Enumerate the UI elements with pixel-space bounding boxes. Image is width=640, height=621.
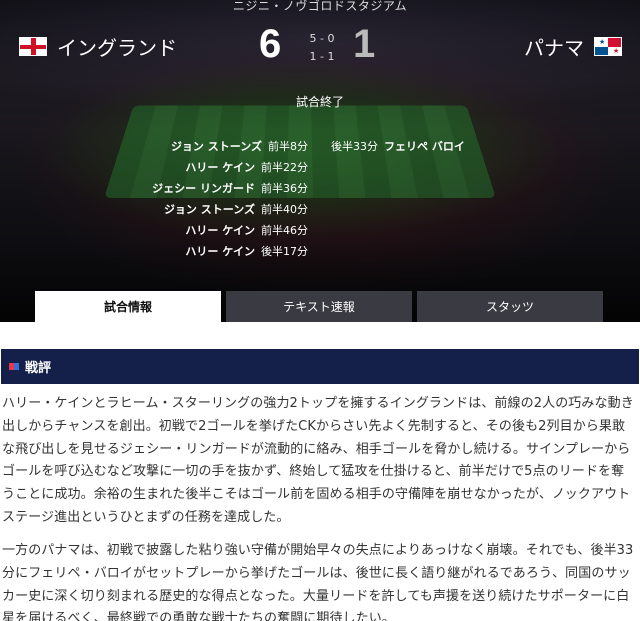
goal-scorer: ジェシー リンガード [152, 182, 255, 195]
half-scores: 5 - 0 1 - 1 [307, 30, 337, 66]
goal-time: 前半22分 [261, 161, 308, 174]
goal-scorer: ハリー ケイン [185, 161, 255, 174]
goal-time: 後半17分 [261, 245, 308, 258]
commentary-paragraph: 一方のパナマは、初戦で披露した粘り強い守備が開始早々の失点によりあっけなく崩壊。… [2, 543, 634, 621]
commentary-header: 戦評 [1, 349, 639, 384]
goal-row: ハリー ケイン 前半46分 [152, 220, 308, 241]
match-tabs: 試合情報 テキスト速報 スタッツ [35, 291, 603, 322]
goal-scorer: フェリペ バロイ [384, 140, 465, 153]
venue-name: ニジニ・ノヴゴロドスタジアム [232, 0, 408, 13]
goal-row: ジェシー リンガード 前半36分 [152, 178, 308, 199]
home-team[interactable]: イングランド [19, 32, 177, 61]
panama-flag-icon: ★ ★ [594, 37, 622, 56]
away-score: 1 [353, 22, 376, 66]
home-team-name: イングランド [57, 36, 177, 60]
commentary-title: 戦評 [25, 361, 52, 376]
tab-stats[interactable]: スタッツ [417, 291, 603, 322]
match-status: 試合終了 [295, 95, 344, 109]
goal-scorer: ハリー ケイン [185, 224, 255, 237]
goal-scorer: ジョン ストーンズ [163, 203, 255, 216]
away-team-name: パナマ [524, 36, 584, 60]
goal-row: ジョン ストーンズ 前半8分 [152, 136, 308, 157]
goal-time: 前半8分 [268, 140, 308, 153]
away-goal-list: 後半33分 フェリペ バロイ [331, 136, 465, 157]
home-goal-list: ジョン ストーンズ 前半8分 ハリー ケイン 前半22分 ジェシー リンガード 前半3… [152, 136, 308, 262]
second-half-score: 1 - 1 [309, 50, 335, 63]
england-flag-icon [19, 37, 47, 56]
commentary-paragraph: ハリー・ケインとラヒーム・スターリングの強力2トップを擁するイングランドは、前線… [2, 396, 634, 525]
goal-time: 後半33分 [331, 140, 378, 153]
tab-match-info[interactable]: 試合情報 [35, 291, 221, 322]
goal-row: 後半33分 フェリペ バロイ [331, 136, 465, 157]
goal-scorer: ジョン ストーンズ [170, 140, 262, 153]
goal-time: 前半40分 [261, 203, 308, 216]
home-score: 6 [259, 22, 282, 66]
tab-live-text[interactable]: テキスト速報 [226, 291, 412, 322]
goal-scorer: ハリー ケイン [185, 245, 255, 258]
away-team[interactable]: パナマ ★ ★ [524, 32, 622, 61]
match-header: ニジニ・ノヴゴロドスタジアム イングランド 6 5 - 0 1 - 1 1 パナ… [0, 0, 640, 322]
goal-row: ジョン ストーンズ 前半40分 [152, 199, 308, 220]
goal-row: ハリー ケイン 前半22分 [152, 157, 308, 178]
goal-row: ハリー ケイン 後半17分 [152, 241, 308, 262]
section-mark-icon [9, 363, 19, 370]
first-half-score: 5 - 0 [309, 32, 335, 45]
goal-time: 前半36分 [261, 182, 308, 195]
goal-time: 前半46分 [261, 224, 308, 237]
